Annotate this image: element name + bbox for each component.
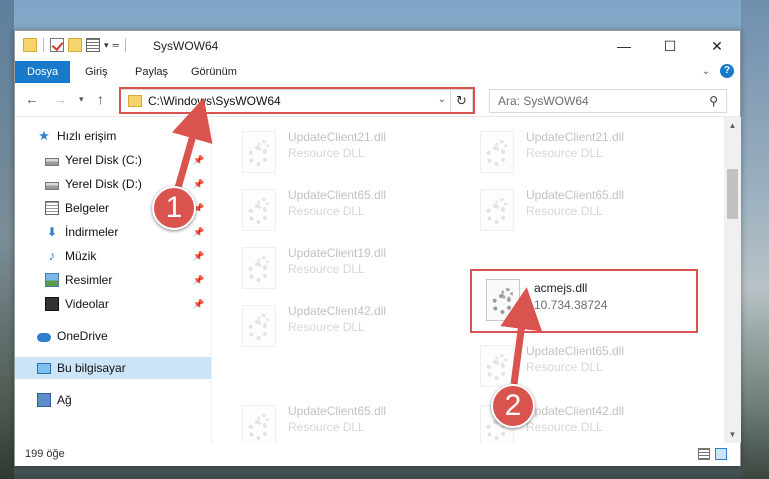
annotation-arrows [172,97,543,385]
arrow-to-address [172,97,213,189]
callout-badge-2: 2 [491,384,535,428]
callout-badge-1: 1 [152,186,196,230]
arrow-to-file [500,287,543,385]
